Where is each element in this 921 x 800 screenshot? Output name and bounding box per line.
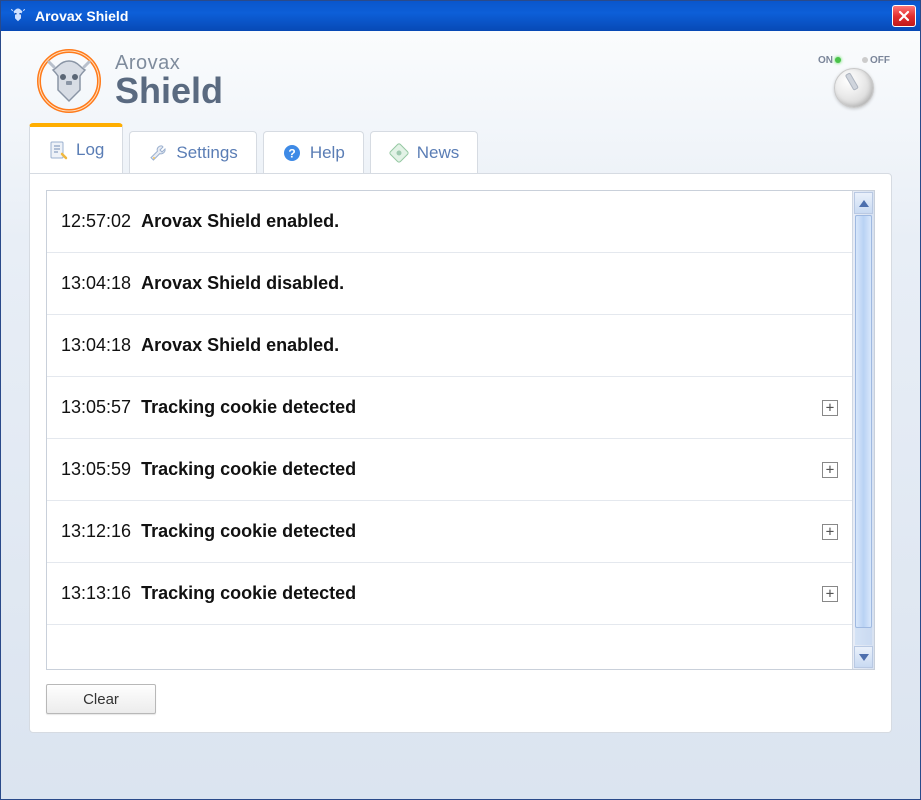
log-message: Tracking cookie detected: [141, 583, 812, 604]
scroll-up-button[interactable]: [854, 192, 873, 214]
toggle-labels: ON OFF: [814, 55, 894, 66]
log-row: 13:05:57 Tracking cookie detected +: [47, 377, 852, 439]
log-time: 13:13:16: [61, 583, 131, 604]
tab-help[interactable]: ? Help: [263, 131, 364, 173]
log-row: 13:05:59 Tracking cookie detected +: [47, 439, 852, 501]
chevron-up-icon: [859, 200, 869, 207]
log-row: 13:13:16 Tracking cookie detected +: [47, 563, 852, 625]
toggle-off-label: OFF: [860, 55, 890, 66]
tab-label: News: [417, 143, 460, 163]
tab-log[interactable]: Log: [29, 123, 123, 173]
log-message: Arovax Shield enabled.: [141, 335, 838, 356]
chevron-down-icon: [859, 654, 869, 661]
logo: Arovax Shield: [37, 49, 814, 113]
log-row: 13:04:18 Arovax Shield enabled.: [47, 315, 852, 377]
tab-settings[interactable]: Settings: [129, 131, 256, 173]
log-message: Arovax Shield enabled.: [141, 211, 838, 232]
brand-line2: Shield: [115, 73, 223, 109]
log-row: 13:04:18 Arovax Shield disabled.: [47, 253, 852, 315]
log-icon: [48, 140, 68, 160]
app-icon: [9, 7, 27, 25]
tab-bar: Log Settings ? Help News: [1, 123, 920, 173]
toggle-dial[interactable]: [834, 68, 874, 108]
clear-button[interactable]: Clear: [46, 684, 156, 714]
toggle-on-label: ON: [818, 55, 843, 66]
log-message: Tracking cookie detected: [141, 521, 812, 542]
log-box: 12:57:02 Arovax Shield enabled. 13:04:18 Ar…: [46, 190, 875, 670]
shield-logo-icon: [37, 49, 101, 113]
log-time: 13:05:57: [61, 397, 131, 418]
header: Arovax Shield ON OFF: [1, 31, 920, 123]
window: Arovax Shield Arovax Shield: [0, 0, 921, 800]
log-time: 13:05:59: [61, 459, 131, 480]
expand-icon[interactable]: +: [822, 524, 838, 540]
tab-label: Log: [76, 140, 104, 160]
log-time: 13:04:18: [61, 335, 131, 356]
svg-text:?: ?: [288, 146, 295, 160]
titlebar: Arovax Shield: [1, 1, 920, 31]
tab-label: Settings: [176, 143, 237, 163]
scroll-down-button[interactable]: [854, 646, 873, 668]
tab-news[interactable]: News: [370, 131, 479, 173]
expand-icon[interactable]: +: [822, 462, 838, 478]
panel: 12:57:02 Arovax Shield enabled. 13:04:18 Ar…: [29, 173, 892, 733]
log-list: 12:57:02 Arovax Shield enabled. 13:04:18 Ar…: [47, 191, 852, 669]
log-row: 12:57:02 Arovax Shield enabled.: [47, 191, 852, 253]
scroll-track[interactable]: [855, 215, 872, 645]
logo-text: Arovax Shield: [115, 53, 223, 109]
power-toggle: ON OFF: [814, 55, 894, 108]
log-message: Tracking cookie detected: [141, 459, 812, 480]
log-time: 13:04:18: [61, 273, 131, 294]
window-title: Arovax Shield: [35, 8, 892, 24]
log-time: 12:57:02: [61, 211, 131, 232]
wrench-icon: [148, 143, 168, 163]
help-icon: ?: [282, 143, 302, 163]
scroll-thumb[interactable]: [855, 215, 872, 628]
log-row: 13:12:16 Tracking cookie detected +: [47, 501, 852, 563]
news-icon: [389, 143, 409, 163]
log-time: 13:12:16: [61, 521, 131, 542]
expand-icon[interactable]: +: [822, 586, 838, 602]
close-button[interactable]: [892, 5, 916, 27]
expand-icon[interactable]: +: [822, 400, 838, 416]
log-message: Arovax Shield disabled.: [141, 273, 838, 294]
log-message: Tracking cookie detected: [141, 397, 812, 418]
tab-label: Help: [310, 143, 345, 163]
scrollbar: [852, 191, 874, 669]
